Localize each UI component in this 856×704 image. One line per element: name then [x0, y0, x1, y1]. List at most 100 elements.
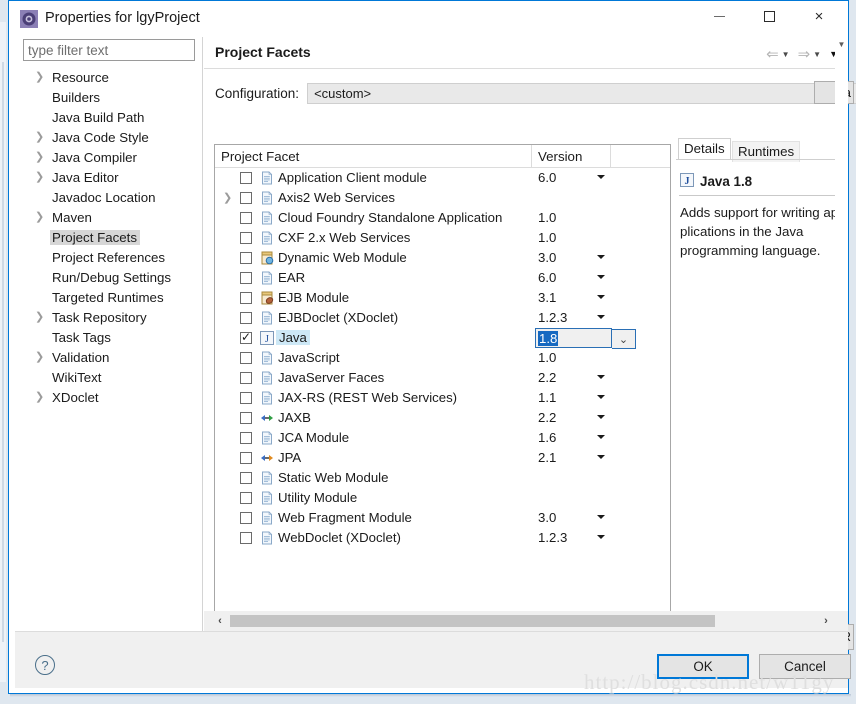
column-header-version[interactable]: Version: [538, 149, 582, 164]
chevron-right-icon[interactable]: ❯: [35, 311, 45, 323]
facet-checkbox[interactable]: [240, 452, 252, 464]
version-dropdown-caret-icon[interactable]: [597, 415, 605, 419]
facet-row[interactable]: J Java 1.8 ⌄: [215, 328, 670, 349]
facet-row[interactable]: EJB Module 3.1: [215, 288, 670, 308]
sidebar-item-resource[interactable]: ❯ Resource: [15, 67, 203, 87]
sidebar-item-builders[interactable]: Builders: [15, 87, 203, 107]
chevron-right-icon[interactable]: ❯: [35, 391, 45, 403]
sidebar-item-validation[interactable]: ❯ Validation: [15, 347, 203, 367]
facet-checkbox[interactable]: [240, 312, 252, 324]
sidebar-item-project-facets[interactable]: Project Facets: [15, 227, 203, 247]
chevron-right-icon[interactable]: ❯: [35, 71, 45, 83]
chevron-right-icon[interactable]: ❯: [223, 192, 232, 204]
version-dropdown-caret-icon[interactable]: [597, 375, 605, 379]
facet-checkbox[interactable]: [240, 212, 252, 224]
version-dropdown-caret-icon[interactable]: [597, 395, 605, 399]
sidebar-item-task-tags[interactable]: Task Tags: [15, 327, 203, 347]
facet-row[interactable]: EJBDoclet (XDoclet) 1.2.3: [215, 308, 670, 328]
filter-input[interactable]: [23, 39, 195, 61]
facet-row[interactable]: JavaServer Faces 2.2: [215, 368, 670, 388]
configuration-select[interactable]: <custom> ⌄: [307, 82, 856, 104]
facet-row[interactable]: Application Client module 6.0: [215, 168, 670, 188]
facet-checkbox[interactable]: [240, 472, 252, 484]
tab-details[interactable]: Details: [678, 138, 731, 159]
facet-checkbox[interactable]: [240, 492, 252, 504]
sidebar-item-java-editor[interactable]: ❯ Java Editor: [15, 167, 203, 187]
chevron-right-icon[interactable]: ❯: [35, 131, 45, 143]
facet-row[interactable]: Utility Module: [215, 488, 670, 508]
version-dropdown-caret-icon[interactable]: [597, 315, 605, 319]
version-dropdown-caret-icon[interactable]: [597, 255, 605, 259]
maximize-button[interactable]: [746, 1, 792, 31]
version-dropdown-caret-icon[interactable]: [597, 175, 605, 179]
facet-checkbox[interactable]: [240, 532, 252, 544]
horizontal-scrollbar[interactable]: ‹ ›: [204, 611, 848, 631]
version-value[interactable]: 1.8: [538, 331, 559, 346]
sidebar-item-targeted-runtimes[interactable]: Targeted Runtimes: [15, 287, 203, 307]
facet-row[interactable]: Cloud Foundry Standalone Application 1.0: [215, 208, 670, 228]
chevron-right-icon[interactable]: ❯: [35, 351, 45, 363]
version-combo-editor[interactable]: 1.8 ⌄: [535, 328, 636, 349]
forward-icon[interactable]: ⇒: [798, 45, 811, 63]
chevron-right-icon[interactable]: ❯: [35, 151, 45, 163]
column-divider[interactable]: [531, 145, 532, 168]
sidebar-item-xdoclet[interactable]: ❯ XDoclet: [15, 387, 203, 407]
scroll-left-arrow-icon[interactable]: ‹: [214, 614, 226, 628]
version-dropdown-caret-icon[interactable]: [597, 295, 605, 299]
sidebar-item-java-compiler[interactable]: ❯ Java Compiler: [15, 147, 203, 167]
facet-checkbox[interactable]: [240, 292, 252, 304]
forward-dropdown-caret-icon[interactable]: ▼: [813, 50, 821, 59]
facet-row[interactable]: ❯ Axis2 Web Services: [215, 188, 670, 208]
facet-row[interactable]: JAX-RS (REST Web Services) 1.1: [215, 388, 670, 408]
version-dropdown-caret-icon[interactable]: [597, 515, 605, 519]
sidebar-item-run-debug-settings[interactable]: Run/Debug Settings: [15, 267, 203, 287]
version-dropdown-button[interactable]: ⌄: [612, 329, 636, 349]
facet-checkbox[interactable]: [240, 232, 252, 244]
column-header-facet[interactable]: Project Facet: [221, 149, 299, 164]
facet-checkbox[interactable]: [240, 192, 252, 204]
save-as-button[interactable]: Sa: [814, 81, 854, 104]
facet-checkbox[interactable]: [240, 352, 252, 364]
facet-row[interactable]: Web Fragment Module 3.0: [215, 508, 670, 528]
facet-row[interactable]: Dynamic Web Module 3.0: [215, 248, 670, 268]
facet-checkbox[interactable]: [240, 392, 252, 404]
chevron-right-icon[interactable]: ❯: [35, 211, 45, 223]
facet-row[interactable]: Static Web Module: [215, 468, 670, 488]
sidebar-item-task-repository[interactable]: ❯ Task Repository: [15, 307, 203, 327]
sidebar-item-java-build-path[interactable]: Java Build Path: [15, 107, 203, 127]
close-button[interactable]: ×: [796, 1, 842, 31]
facet-row[interactable]: CXF 2.x Web Services 1.0: [215, 228, 670, 248]
facet-checkbox[interactable]: [240, 172, 252, 184]
facet-row[interactable]: EAR 6.0: [215, 268, 670, 288]
chevron-right-icon[interactable]: ❯: [35, 171, 45, 183]
help-icon[interactable]: ?: [35, 655, 55, 675]
page-vertical-scrollbar[interactable]: ▼: [835, 37, 848, 650]
scroll-down-arrow-icon[interactable]: ▼: [835, 37, 848, 51]
facet-checkbox[interactable]: [240, 372, 252, 384]
facet-checkbox[interactable]: [240, 252, 252, 264]
scroll-right-arrow-icon[interactable]: ›: [820, 614, 832, 628]
sidebar-item-javadoc-location[interactable]: Javadoc Location: [15, 187, 203, 207]
facet-row[interactable]: JPA 2.1: [215, 448, 670, 468]
facet-row[interactable]: JavaScript 1.0: [215, 348, 670, 368]
column-divider[interactable]: [610, 145, 611, 168]
facet-checkbox[interactable]: [240, 272, 252, 284]
version-dropdown-caret-icon[interactable]: [597, 535, 605, 539]
sidebar-item-java-code-style[interactable]: ❯ Java Code Style: [15, 127, 203, 147]
version-dropdown-caret-icon[interactable]: [597, 455, 605, 459]
hscroll-thumb[interactable]: [230, 615, 715, 627]
facet-checkbox[interactable]: [240, 330, 252, 344]
facet-checkbox[interactable]: [240, 412, 252, 424]
facet-row[interactable]: JAXB 2.2: [215, 408, 670, 428]
hscroll-track[interactable]: [230, 615, 815, 627]
minimize-button[interactable]: [696, 1, 742, 31]
facet-checkbox[interactable]: [240, 512, 252, 524]
sidebar-item-wikitext[interactable]: WikiText: [15, 367, 203, 387]
facet-checkbox[interactable]: [240, 432, 252, 444]
version-dropdown-caret-icon[interactable]: [597, 435, 605, 439]
facet-row[interactable]: WebDoclet (XDoclet) 1.2.3: [215, 528, 670, 548]
back-icon[interactable]: ⇐: [766, 45, 779, 63]
sidebar-item-project-references[interactable]: Project References: [15, 247, 203, 267]
facet-row[interactable]: JCA Module 1.6: [215, 428, 670, 448]
version-dropdown-caret-icon[interactable]: [597, 275, 605, 279]
